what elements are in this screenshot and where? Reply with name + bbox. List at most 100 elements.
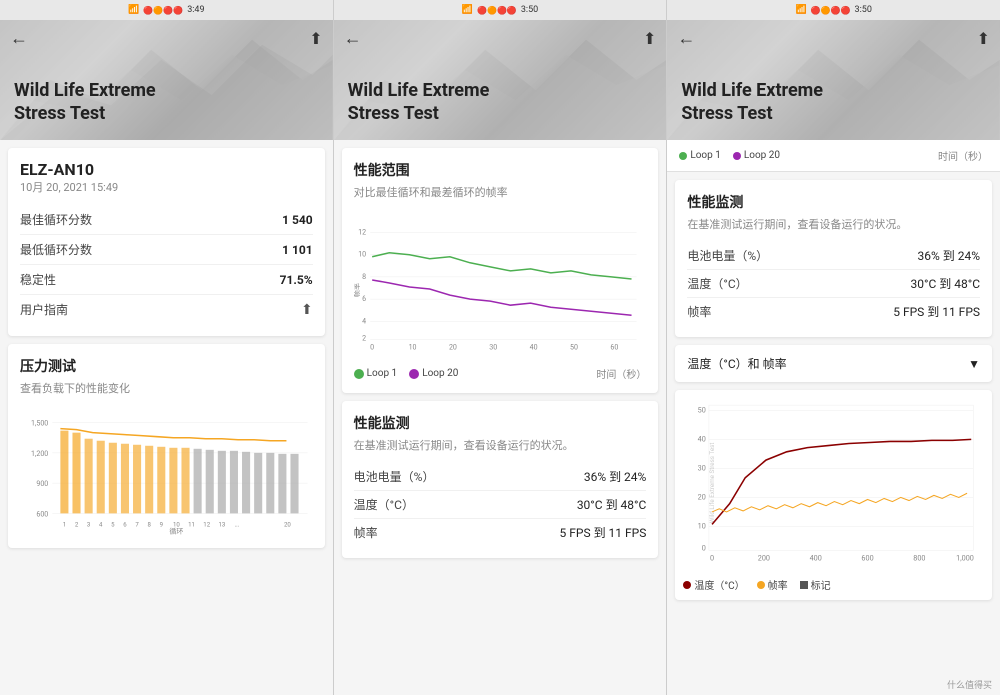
svg-text:1: 1 [63, 522, 66, 529]
fps-value-2: 5 FPS 到 11 FPS [560, 524, 647, 541]
svg-text:600: 600 [36, 509, 48, 518]
temp-dropdown[interactable]: 温度（°C）和 帧率 ▼ [675, 345, 992, 382]
status-bar-3: 📶 🔴🟠🔴🔴 3:50 [667, 0, 1000, 20]
svg-text:0: 0 [710, 554, 714, 563]
svg-text:循环: 循环 [169, 527, 183, 536]
back-icon-1[interactable]: ← [10, 28, 28, 49]
panel-2-header: ← ⬆ Wild Life ExtremeStress Test [334, 20, 667, 140]
fps-row-2: 帧率 5 FPS 到 11 FPS [354, 519, 647, 546]
svg-text:3: 3 [87, 522, 90, 529]
svg-text:8: 8 [147, 522, 151, 529]
svg-text:400: 400 [810, 554, 822, 563]
panel-1-header: ← ⬆ Wild Life ExtremeStress Test [0, 20, 333, 140]
legend-temp: 温度（°C） [683, 577, 744, 592]
perf-range-card: 性能范围 对比最佳循环和最差循环的帧率 12 10 8 6 4 2 帧率 [342, 148, 659, 393]
battery-label-3: 电池电量（%） [687, 247, 768, 264]
marker-square [800, 581, 808, 589]
panel-1: ← ⬆ Wild Life ExtremeStress Test ELZ-AN1… [0, 20, 334, 695]
svg-text:9: 9 [160, 522, 163, 529]
top-loop20-dot [733, 152, 741, 160]
svg-text:40: 40 [529, 343, 537, 352]
battery-row-3: 电池电量（%） 36% 到 24% [687, 242, 980, 270]
lowest-score-row: 最低循环分数 1 101 [20, 235, 313, 265]
legend-loop1: Loop 1 [354, 368, 398, 379]
svg-text:0: 0 [702, 543, 706, 552]
panel-2-body: 性能范围 对比最佳循环和最差循环的帧率 12 10 8 6 4 2 帧率 [334, 140, 667, 695]
svg-text:10: 10 [698, 522, 706, 531]
svg-text:12: 12 [203, 522, 210, 529]
loop1-dot [354, 369, 364, 379]
guide-share-icon[interactable]: ⬆ [301, 302, 313, 318]
battery-row-2: 电池电量（%） 36% 到 24% [354, 463, 647, 491]
top-legend-bar: Loop 1 Loop 20 时间（秒） [667, 140, 1000, 172]
fps-row-3: 帧率 5 FPS 到 11 FPS [687, 298, 980, 325]
lowest-score-value: 1 101 [282, 243, 313, 257]
back-icon-2[interactable]: ← [344, 28, 362, 49]
stress-bar-chart: 1,500 1,200 900 600 [20, 406, 313, 536]
dropdown-label: 温度（°C）和 帧率 [687, 355, 786, 372]
top-legend-loop20: Loop 20 [733, 150, 780, 161]
perf-monitor-card-2: 性能监测 在基准测试运行期间，查看设备运行的状况。 电池电量（%） 36% 到 … [342, 401, 659, 558]
battery-value-3: 36% 到 24% [918, 247, 981, 264]
status-bar-2: 📶 🔴🟠🔴🔴 3:50 [334, 0, 668, 20]
legend-fps: 帧率 [757, 577, 788, 592]
top-legend-loop1: Loop 1 [679, 150, 721, 161]
perf-range-subtitle: 对比最佳循环和最差循环的帧率 [354, 184, 647, 200]
panel-2-nav: ← ⬆ [334, 20, 667, 56]
fps-dot [757, 581, 765, 589]
temp-row-2: 温度（°C） 30°C 到 48°C [354, 491, 647, 519]
share-icon-2[interactable]: ⬆ [643, 29, 656, 48]
panel-2: ← ⬆ Wild Life ExtremeStress Test 性能范围 对比… [334, 20, 668, 695]
panel-3-header: ← ⬆ Wild Life ExtremeStress Test [667, 20, 1000, 140]
svg-text:12: 12 [358, 228, 366, 237]
temp-value-2: 30°C 到 48°C [577, 496, 647, 513]
fps-value-3: 5 FPS 到 11 FPS [893, 303, 980, 320]
temp-dot [683, 581, 691, 589]
svg-text:帧率: 帧率 [354, 283, 361, 297]
svg-text:600: 600 [862, 554, 874, 563]
svg-text:800: 800 [914, 554, 926, 563]
share-icon-3[interactable]: ⬆ [977, 29, 990, 48]
device-name: ELZ-AN10 [20, 160, 313, 179]
svg-text:7: 7 [135, 522, 139, 529]
stress-test-subtitle: 查看负载下的性能变化 [20, 380, 313, 396]
svg-text:20: 20 [449, 343, 457, 352]
perf-monitor-subtitle-2: 在基准测试运行期间，查看设备运行的状况。 [354, 437, 647, 453]
svg-text:4: 4 [99, 522, 103, 529]
top-loop1-dot [679, 152, 687, 160]
device-date: 10月 20, 2021 15:49 [20, 179, 313, 195]
temp-chart-legend: 温度（°C） 帧率 标记 [683, 577, 984, 592]
svg-text:0: 0 [370, 343, 374, 352]
svg-text:50: 50 [570, 343, 578, 352]
perf-monitor-title-3: 性能监测 [687, 192, 980, 212]
svg-text:1,000: 1,000 [956, 554, 974, 563]
svg-text:6: 6 [123, 522, 127, 529]
line-chart: 12 10 8 6 4 2 帧率 [354, 210, 647, 360]
svg-text:11: 11 [188, 522, 195, 529]
svg-text:2: 2 [362, 334, 366, 343]
device-info-card: ELZ-AN10 10月 20, 2021 15:49 最佳循环分数 1 540… [8, 148, 325, 336]
stability-row: 稳定性 71.5% [20, 265, 313, 295]
best-score-label: 最佳循环分数 [20, 211, 92, 228]
temp-row-3: 温度（°C） 30°C 到 48°C [687, 270, 980, 298]
svg-text:4: 4 [362, 316, 366, 325]
svg-text:200: 200 [758, 554, 770, 563]
battery-value-2: 36% 到 24% [584, 468, 647, 485]
panel-1-nav: ← ⬆ [0, 20, 333, 56]
back-icon-3[interactable]: ← [677, 28, 695, 49]
stress-test-title: 压力测试 [20, 356, 313, 376]
panel-3-title: Wild Life ExtremeStress Test [681, 80, 823, 125]
stability-label: 稳定性 [20, 271, 56, 288]
perf-monitor-subtitle-3: 在基准测试运行期间，查看设备运行的状况。 [687, 216, 980, 232]
best-score-value: 1 540 [282, 213, 313, 227]
svg-text:...: ... [235, 522, 240, 529]
panel-3-body: 性能监测 在基准测试运行期间，查看设备运行的状况。 电池电量（%） 36% 到 … [667, 172, 1000, 695]
perf-monitor-card-3: 性能监测 在基准测试运行期间，查看设备运行的状况。 电池电量（%） 36% 到 … [675, 180, 992, 337]
svg-text:900: 900 [36, 479, 48, 488]
share-icon-1[interactable]: ⬆ [309, 29, 322, 48]
svg-text:50: 50 [698, 405, 706, 414]
perf-monitor-title-2: 性能监测 [354, 413, 647, 433]
svg-text:1,500: 1,500 [31, 419, 48, 428]
svg-text:30: 30 [489, 343, 497, 352]
stability-value: 71.5% [280, 273, 313, 287]
